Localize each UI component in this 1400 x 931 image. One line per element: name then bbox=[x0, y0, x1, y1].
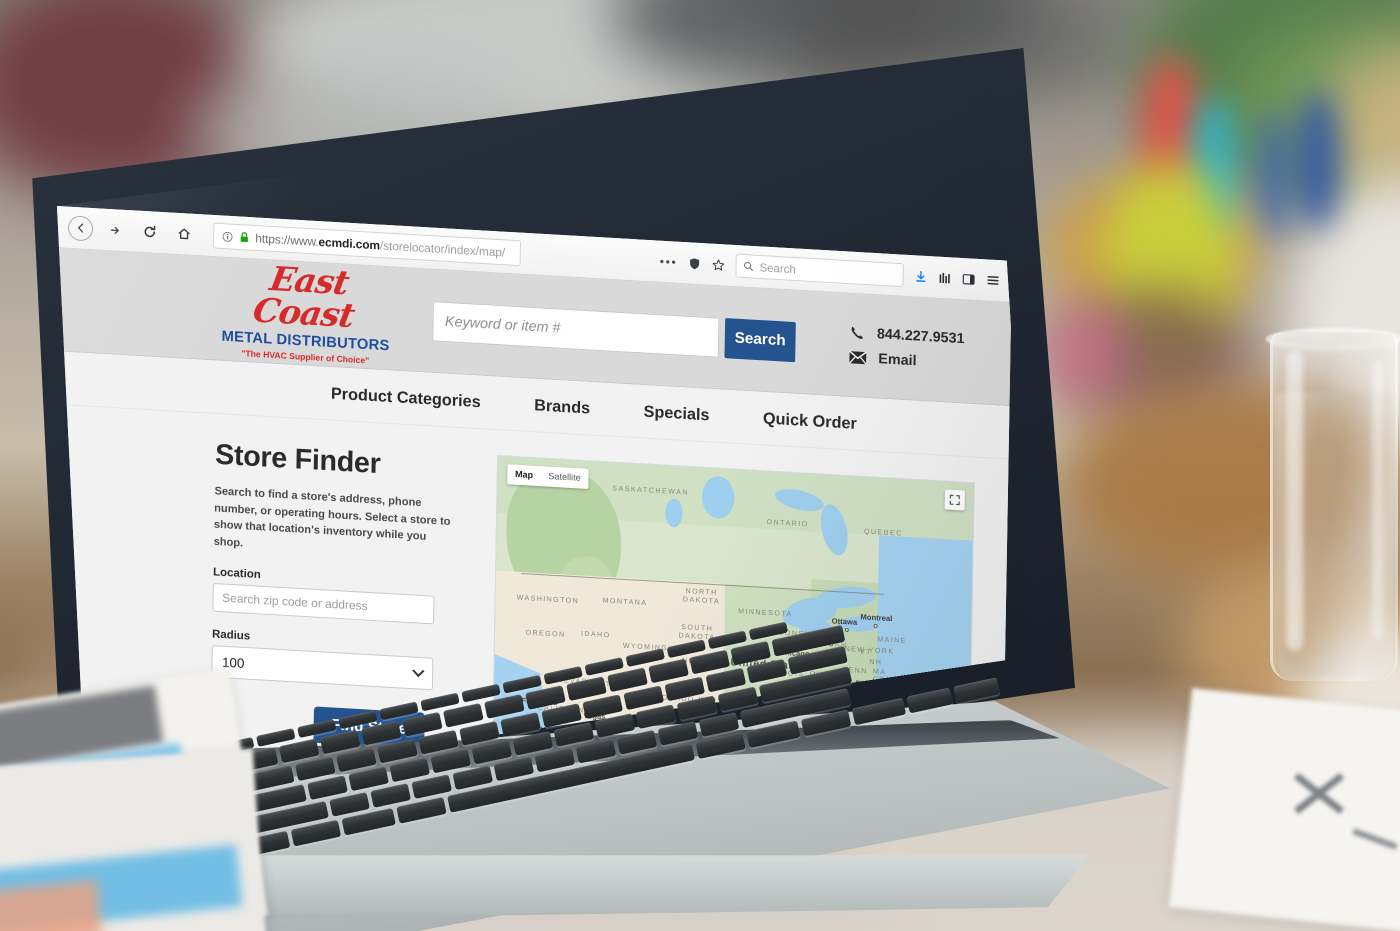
email-label: Email bbox=[878, 350, 917, 370]
star-icon[interactable] bbox=[712, 258, 726, 272]
logo-wordmark: East Coast bbox=[250, 259, 358, 336]
search-placeholder: Search bbox=[759, 260, 796, 276]
page-title: Store Finder bbox=[214, 438, 381, 480]
download-arrow-icon[interactable] bbox=[914, 269, 928, 283]
contact-info: 844.227.9531 Email bbox=[848, 324, 965, 372]
envelope-icon bbox=[848, 350, 867, 365]
padlock-icon bbox=[240, 232, 248, 243]
map-type-satellite[interactable]: Satellite bbox=[541, 466, 589, 489]
location-placeholder: Search zip code or address bbox=[222, 591, 368, 614]
keyword-input[interactable]: Keyword or item # bbox=[432, 300, 720, 358]
nav-item-product-categories[interactable]: Product Categories bbox=[331, 384, 481, 412]
keyword-placeholder: Keyword or item # bbox=[444, 313, 561, 337]
sidebar-icon[interactable] bbox=[962, 272, 976, 286]
fullscreen-icon[interactable] bbox=[944, 489, 965, 511]
map-type-map[interactable]: Map bbox=[507, 464, 541, 486]
home-icon[interactable] bbox=[171, 221, 196, 247]
chevron-down-icon bbox=[412, 664, 425, 678]
phone-row[interactable]: 844.227.9531 bbox=[849, 324, 965, 347]
nav-item-quick-order[interactable]: Quick Order bbox=[763, 409, 857, 433]
reload-icon[interactable] bbox=[137, 219, 162, 245]
contact-us-button[interactable]: Contact Us bbox=[939, 920, 1012, 931]
hamburger-menu-icon[interactable] bbox=[986, 273, 1001, 288]
back-arrow-icon[interactable] bbox=[67, 214, 94, 242]
magnifier-icon bbox=[744, 261, 753, 272]
url-path: /storelocator/index/map/ bbox=[379, 238, 506, 260]
url-text: https://www.ecmdi.com/storelocator/index… bbox=[255, 231, 505, 259]
radius-select[interactable]: 100 bbox=[211, 645, 434, 691]
phone-number: 844.227.9531 bbox=[876, 325, 965, 348]
forward-arrow-icon[interactable] bbox=[102, 217, 127, 243]
location-input[interactable]: Search zip code or address bbox=[212, 583, 435, 625]
store-finder-description: Search to find a store's address, phone … bbox=[213, 484, 451, 550]
info-circle-icon bbox=[222, 231, 233, 242]
search-input[interactable]: Search bbox=[735, 253, 904, 288]
phone-icon bbox=[851, 326, 864, 339]
keyword-search-button[interactable]: Search bbox=[724, 317, 796, 362]
paper-left-band-orange bbox=[0, 879, 103, 931]
shield-icon[interactable] bbox=[688, 256, 702, 270]
site-logo[interactable]: East Coast METAL DISTRIBUTORS "The HVAC … bbox=[217, 260, 395, 367]
keyword-search-group: Keyword or item # Search bbox=[432, 300, 796, 362]
nav-item-brands[interactable]: Brands bbox=[534, 395, 590, 417]
keyboard-key[interactable] bbox=[953, 677, 1000, 704]
url-domain: ecmdi.com bbox=[318, 234, 381, 252]
url-scheme: https://www. bbox=[255, 231, 319, 249]
library-icon[interactable] bbox=[938, 271, 952, 285]
nav-item-specials[interactable]: Specials bbox=[643, 402, 709, 425]
ellipsis-icon[interactable]: ••• bbox=[660, 254, 678, 269]
keyboard-key[interactable] bbox=[851, 697, 907, 726]
keyboard-key[interactable] bbox=[906, 687, 954, 714]
email-row[interactable]: Email bbox=[848, 349, 965, 372]
